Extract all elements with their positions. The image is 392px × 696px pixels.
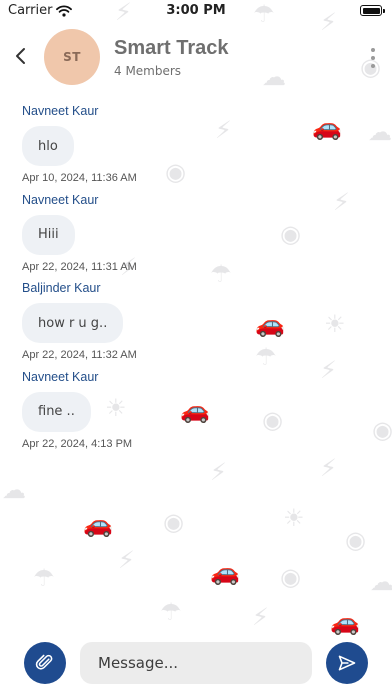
- message-bubble[interactable]: hlo: [22, 126, 74, 166]
- eye-icon: ◉: [345, 526, 366, 554]
- eye-icon: ◉: [280, 563, 301, 591]
- car-icon: 🚗: [210, 558, 240, 586]
- cloud-icon: ☁: [370, 568, 392, 596]
- message-item: Baljinder Kaur how r u g.. Apr 22, 2024,…: [22, 281, 362, 370]
- umbrella-icon: ☂: [33, 564, 55, 592]
- message-item: Navneet Kaur hlo Apr 10, 2024, 11:36 AM: [22, 104, 362, 193]
- battery-icon: [360, 5, 385, 16]
- lightning-icon: ⚡: [210, 458, 227, 486]
- paperclip-icon: [35, 654, 53, 670]
- member-count: 4 Members: [114, 64, 182, 78]
- message-item: Navneet Kaur Hiii Apr 22, 2024, 11:31 AM: [22, 193, 362, 282]
- message-input[interactable]: [80, 642, 312, 684]
- message-sender: Navneet Kaur: [22, 192, 99, 207]
- more-options-button[interactable]: [368, 48, 378, 68]
- lightning-icon: ⚡: [252, 603, 269, 631]
- eye-icon: ◉: [163, 508, 184, 536]
- group-name[interactable]: Smart Track: [114, 37, 229, 60]
- status-time: 3:00 PM: [166, 3, 226, 18]
- message-bubble[interactable]: Hiii: [22, 214, 75, 255]
- message-item: Navneet Kaur fine .. Apr 22, 2024, 4:13 …: [22, 370, 362, 459]
- eye-icon: ◉: [372, 416, 392, 444]
- group-avatar[interactable]: ST: [44, 29, 100, 85]
- send-button[interactable]: [326, 642, 368, 684]
- message-composer: [0, 640, 392, 686]
- message-bubble[interactable]: fine ..: [22, 391, 91, 432]
- message-sender: Navneet Kaur: [22, 104, 99, 118]
- send-icon: [338, 655, 356, 671]
- chevron-left-icon: [16, 48, 25, 64]
- back-button[interactable]: [10, 44, 32, 68]
- car-icon: 🚗: [83, 510, 113, 538]
- message-timestamp: Apr 10, 2024, 11:36 AM: [22, 172, 137, 184]
- status-bar: Carrier 3:00 PM: [0, 0, 392, 22]
- umbrella-icon: ☂: [160, 598, 182, 626]
- attach-button[interactable]: [24, 642, 66, 684]
- car-icon: 🚗: [330, 608, 360, 636]
- chat-header: ST Smart Track 4 Members: [0, 22, 392, 92]
- more-vertical-icon: [371, 48, 375, 52]
- message-bubble[interactable]: how r u g..: [22, 303, 124, 343]
- message-sender: Navneet Kaur: [22, 369, 99, 384]
- lightning-icon: ⚡: [320, 454, 337, 482]
- lightning-icon: ⚡: [118, 546, 135, 574]
- sun-icon: ☀: [283, 504, 305, 532]
- cloud-icon: ☁: [368, 118, 392, 146]
- message-sender: Baljinder Kaur: [22, 281, 101, 295]
- message-list: Navneet Kaur hlo Apr 10, 2024, 11:36 AM …: [22, 104, 362, 458]
- message-timestamp: Apr 22, 2024, 4:13 PM: [22, 437, 133, 450]
- message-timestamp: Apr 22, 2024, 11:32 AM: [22, 349, 137, 361]
- message-timestamp: Apr 22, 2024, 11:31 AM: [22, 260, 137, 273]
- cloud-icon: ☁: [2, 476, 26, 504]
